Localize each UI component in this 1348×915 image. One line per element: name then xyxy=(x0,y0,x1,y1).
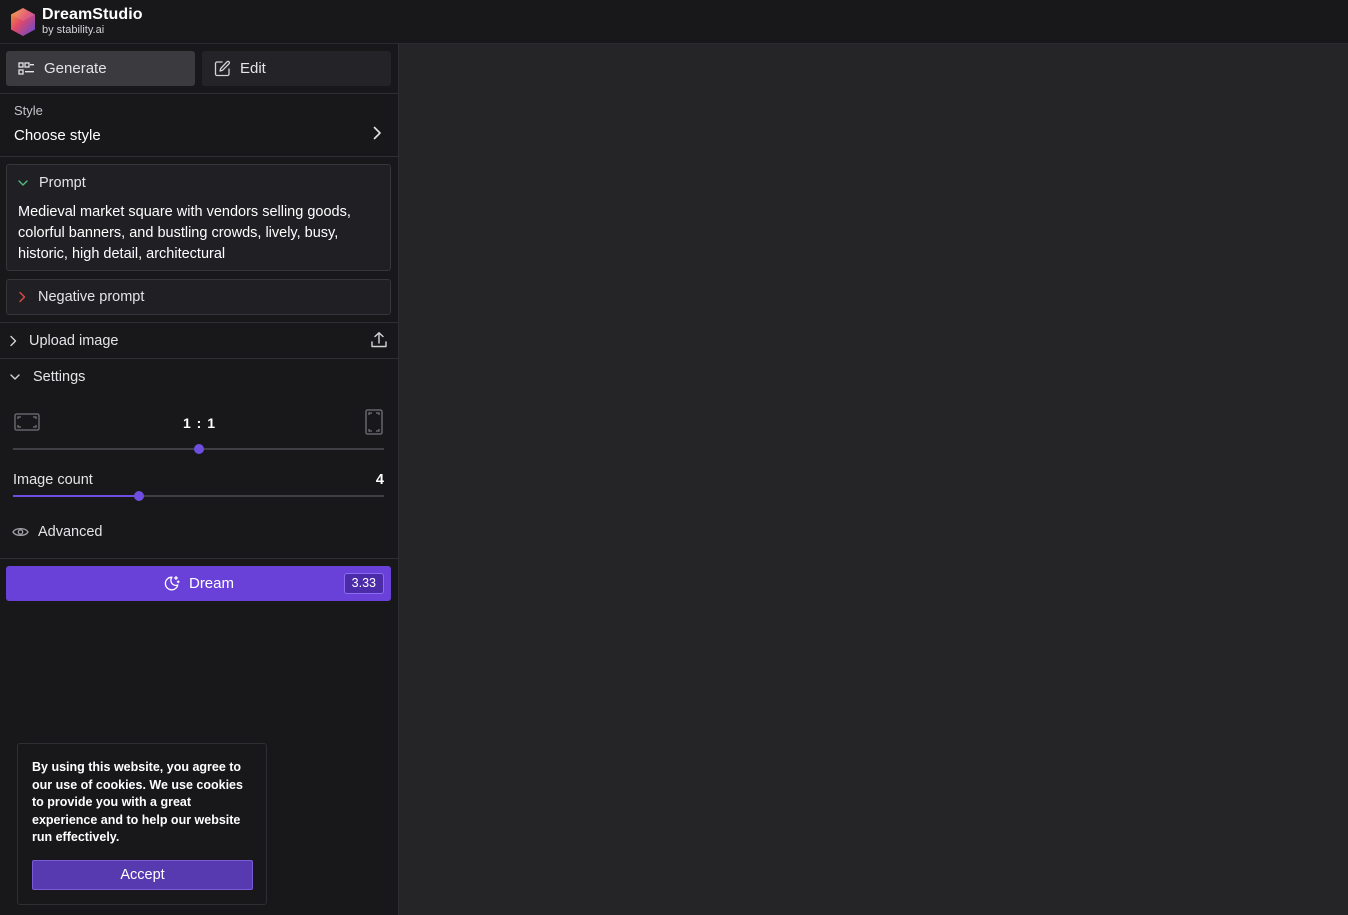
chevron-right-icon xyxy=(19,291,26,303)
settings-label: Settings xyxy=(33,368,86,385)
advanced-label: Advanced xyxy=(38,524,103,540)
chevron-right-icon xyxy=(373,126,381,140)
accept-cookies-button[interactable]: Accept xyxy=(32,860,253,890)
dream-label: Dream xyxy=(188,575,234,592)
brand: DreamStudio by stability.ai xyxy=(42,7,143,36)
mode-tabs: Generate Edit xyxy=(6,51,391,86)
app-header: DreamStudio by stability.ai xyxy=(0,0,1348,44)
style-value: Choose style xyxy=(14,127,101,144)
image-count-slider-fill xyxy=(13,495,140,497)
eye-icon xyxy=(12,527,29,537)
style-label: Style xyxy=(14,103,43,118)
image-canvas xyxy=(399,44,1348,915)
edit-icon xyxy=(214,60,231,77)
tab-edit-label: Edit xyxy=(240,60,266,77)
upload-image-label: Upload image xyxy=(29,332,119,349)
chevron-down-icon xyxy=(10,373,20,380)
aspect-ratio-slider-thumb[interactable] xyxy=(193,444,204,454)
tab-edit[interactable]: Edit xyxy=(202,51,391,86)
image-count-slider-thumb[interactable] xyxy=(134,491,145,501)
brand-subtitle: by stability.ai xyxy=(42,24,105,36)
chevron-down-icon xyxy=(18,180,28,186)
advanced-toggle[interactable]: Advanced xyxy=(12,524,103,540)
upload-image-toggle[interactable]: Upload image xyxy=(0,323,398,358)
tab-generate[interactable]: Generate xyxy=(6,51,195,86)
prompt-label: Prompt xyxy=(39,175,86,191)
style-selector[interactable]: Style Choose style xyxy=(0,94,398,156)
aspect-ratio-value: 1 : 1 xyxy=(182,415,216,431)
negative-prompt-label: Negative prompt xyxy=(38,289,145,305)
portrait-aspect-icon[interactable] xyxy=(365,409,383,435)
credit-cost-badge: 3.33 xyxy=(343,573,384,594)
tab-generate-label: Generate xyxy=(44,60,107,77)
moon-stars-icon xyxy=(164,575,180,591)
chevron-right-icon xyxy=(10,335,17,346)
divider xyxy=(0,558,398,559)
settings-toggle[interactable]: Settings xyxy=(0,359,398,394)
cookie-text: By using this website, you agree to our … xyxy=(32,760,243,844)
upload-icon[interactable] xyxy=(370,331,388,349)
dreamstudio-logo-icon[interactable] xyxy=(8,7,38,37)
cookie-banner: By using this website, you agree to our … xyxy=(17,743,267,905)
image-count-value: 4 xyxy=(375,472,384,488)
dream-button[interactable]: Dream 3.33 xyxy=(6,566,391,601)
divider xyxy=(0,156,398,157)
grid-icon xyxy=(18,61,34,75)
prompt-toggle[interactable]: Prompt xyxy=(17,175,86,191)
sidebar: Generate Edit Style Choose style Prompt xyxy=(0,44,399,915)
prompt-input[interactable]: Medieval market square with vendors sell… xyxy=(18,202,380,266)
prompt-panel: Prompt Medieval market square with vendo… xyxy=(6,164,391,271)
image-count-label: Image count xyxy=(13,472,93,488)
brand-name: DreamStudio xyxy=(42,6,143,23)
aspect-ratio-control: 1 : 1 xyxy=(12,409,387,437)
negative-prompt-toggle[interactable]: Negative prompt xyxy=(6,279,391,315)
